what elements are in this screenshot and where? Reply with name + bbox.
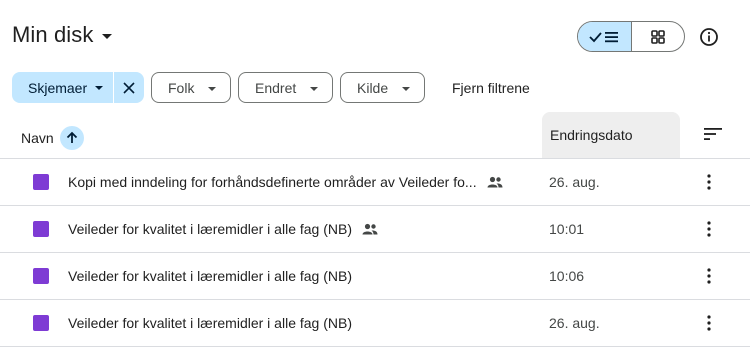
file-name: Veileder for kvalitet i læremidler i all…	[68, 315, 352, 331]
forms-file-icon	[33, 268, 49, 284]
file-name-text: Veileder for kvalitet i læremidler i all…	[68, 268, 352, 284]
view-toggle	[577, 21, 685, 52]
filter-type-dropdown[interactable]: Skjemaer	[12, 72, 114, 103]
filter-chip-source[interactable]: Kilde	[340, 72, 425, 103]
chevron-down-icon	[95, 86, 103, 90]
forms-file-icon	[33, 174, 49, 190]
page-title[interactable]: Min disk	[12, 22, 112, 48]
shared-people-icon	[362, 223, 378, 235]
file-name-text: Veileder for kvalitet i læremidler i all…	[68, 315, 352, 331]
more-vert-icon	[707, 268, 711, 284]
check-list-icon	[589, 31, 619, 42]
table-row[interactable]: Kopi med inndeling for forhåndsdefinerte…	[0, 159, 750, 205]
file-name-text: Kopi med inndeling for forhåndsdefinerte…	[68, 174, 477, 190]
sort-ascending-icon[interactable]	[59, 126, 84, 150]
grid-view-button[interactable]	[632, 22, 685, 51]
filter-chip-people[interactable]: Folk	[151, 72, 231, 103]
more-actions-button[interactable]	[699, 217, 719, 241]
more-vert-icon	[707, 315, 711, 331]
arrow-up-icon	[66, 131, 77, 143]
close-icon	[123, 81, 135, 94]
shared-people-icon	[487, 176, 503, 188]
clear-filters-button[interactable]: Fjern filtrene	[452, 80, 530, 96]
info-button[interactable]	[697, 25, 721, 49]
filter-type-label: Skjemaer	[28, 79, 88, 96]
file-modified-date: 10:06	[549, 268, 585, 284]
file-modified-date: 26. aug.	[549, 315, 600, 331]
file-modified-date: 10:01	[549, 221, 585, 237]
more-actions-button[interactable]	[699, 311, 719, 335]
table-row[interactable]: Veileder for kvalitet i læremidler i all…	[0, 253, 750, 299]
page-title-text: Min disk	[12, 22, 94, 47]
filter-source-label: Kilde	[357, 79, 389, 96]
forms-file-icon	[33, 221, 49, 237]
clear-type-filter-button[interactable]	[114, 81, 144, 94]
forms-file-icon	[33, 315, 49, 331]
filter-chip-modified[interactable]: Endret	[238, 72, 333, 103]
file-name-text: Veileder for kvalitet i læremidler i all…	[68, 221, 352, 237]
sort-options-button[interactable]	[703, 126, 723, 147]
column-modified-label: Endringsdato	[550, 127, 633, 143]
column-header-modified[interactable]: Endringsdato	[542, 112, 680, 158]
grid-icon	[650, 29, 665, 44]
column-header-name[interactable]: Navn	[21, 126, 84, 150]
info-icon	[700, 28, 718, 46]
more-actions-button[interactable]	[699, 264, 719, 288]
table-row[interactable]: Veileder for kvalitet i læremidler i all…	[0, 300, 750, 346]
chevron-down-icon	[310, 87, 318, 91]
filter-chip-type: Skjemaer	[12, 72, 144, 103]
caret-down-icon	[101, 33, 112, 39]
column-name-label: Navn	[21, 130, 54, 146]
filter-modified-label: Endret	[255, 79, 297, 96]
more-vert-icon	[707, 174, 711, 190]
more-vert-icon	[707, 221, 711, 237]
file-modified-date: 26. aug.	[549, 174, 600, 190]
more-actions-button[interactable]	[699, 170, 719, 194]
file-name: Kopi med inndeling for forhåndsdefinerte…	[68, 174, 503, 190]
file-name: Veileder for kvalitet i læremidler i all…	[68, 221, 378, 237]
list-view-button[interactable]	[578, 22, 632, 51]
sort-icon	[704, 128, 722, 140]
file-name: Veileder for kvalitet i læremidler i all…	[68, 268, 352, 284]
table-row[interactable]: Veileder for kvalitet i læremidler i all…	[0, 206, 750, 252]
chevron-down-icon	[208, 87, 216, 91]
filter-people-label: Folk	[168, 79, 195, 96]
chevron-down-icon	[402, 87, 410, 91]
